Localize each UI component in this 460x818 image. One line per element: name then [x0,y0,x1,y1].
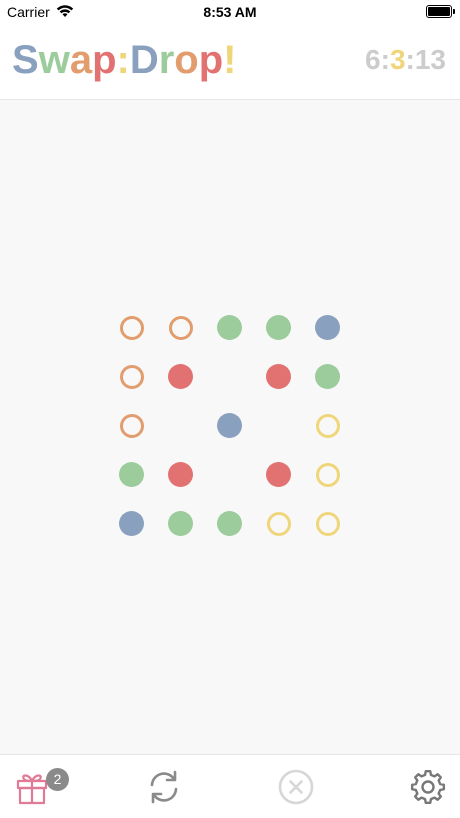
orange-ring-dot[interactable] [119,315,144,340]
blue-filled-dot[interactable] [119,511,144,536]
app-logo: Swap:Drop! [12,38,237,83]
board-cell[interactable] [205,401,254,450]
red-filled-dot[interactable] [266,364,291,389]
green-filled-dot[interactable] [315,364,340,389]
board-cell[interactable] [254,303,303,352]
board-cell[interactable] [156,303,205,352]
board-cell[interactable] [254,401,303,450]
logo-letter: p [198,38,224,82]
gear-icon [408,767,448,812]
refresh-icon [144,767,184,812]
board-cell[interactable] [254,499,303,548]
bottom-toolbar: 2 [0,754,460,818]
yellow-ring-dot[interactable] [315,462,340,487]
blue-filled-dot[interactable] [217,413,242,438]
board-cell[interactable] [107,450,156,499]
board-cell[interactable] [303,450,352,499]
logo-letter: o [174,38,199,82]
board-cell[interactable] [156,352,205,401]
settings-button[interactable] [406,767,450,811]
red-filled-dot[interactable] [266,462,291,487]
board-cell[interactable] [107,401,156,450]
status-time: 8:53 AM [203,4,257,20]
shuffle-button[interactable] [142,767,186,811]
board-cell[interactable] [205,450,254,499]
board-cell[interactable] [303,303,352,352]
logo-letter: p [92,38,117,82]
game-board [107,303,352,548]
board-cell[interactable] [205,352,254,401]
timer-part: :13 [405,44,446,75]
battery-icon [426,5,455,18]
gift-icon [14,769,50,810]
board-cell[interactable] [205,303,254,352]
blue-filled-dot[interactable] [315,315,340,340]
orange-ring-dot[interactable] [168,315,193,340]
logo-letter: w [38,38,70,82]
board-cell[interactable] [303,352,352,401]
green-filled-dot[interactable] [168,511,193,536]
board-cell[interactable] [107,352,156,401]
board-cell[interactable] [254,450,303,499]
board-cell[interactable] [107,499,156,548]
board-cell[interactable] [156,499,205,548]
board-cell[interactable] [303,401,352,450]
board-cell[interactable] [254,352,303,401]
timer-part: 6: [365,44,390,75]
orange-ring-dot[interactable] [119,364,144,389]
logo-letter: S [12,38,39,82]
board-cell[interactable] [156,450,205,499]
board-cell[interactable] [107,303,156,352]
status-bar: Carrier 8:53 AM [0,0,460,24]
red-filled-dot[interactable] [168,462,193,487]
yellow-ring-dot[interactable] [315,511,340,536]
yellow-ring-dot[interactable] [266,511,291,536]
close-circle-icon [277,768,315,811]
cancel-button[interactable] [274,767,318,811]
green-filled-dot[interactable] [119,462,144,487]
green-filled-dot[interactable] [217,315,242,340]
logo-letter: r [158,38,175,82]
timer-part: 3 [389,44,406,75]
board-cell[interactable] [205,499,254,548]
orange-ring-dot[interactable] [119,413,144,438]
gift-badge: 2 [46,768,69,791]
board-cell[interactable] [303,499,352,548]
red-filled-dot[interactable] [168,364,193,389]
logo-letter: : [116,38,130,82]
game-timer: 6:3:13 [365,44,446,76]
logo-letter: D [129,38,159,82]
green-filled-dot[interactable] [266,315,291,340]
green-filled-dot[interactable] [217,511,242,536]
header: Swap:Drop! 6:3:13 [0,24,460,100]
logo-letter: a [69,38,93,82]
logo-letter: ! [223,38,237,82]
yellow-ring-dot[interactable] [315,413,340,438]
board-cell[interactable] [156,401,205,450]
